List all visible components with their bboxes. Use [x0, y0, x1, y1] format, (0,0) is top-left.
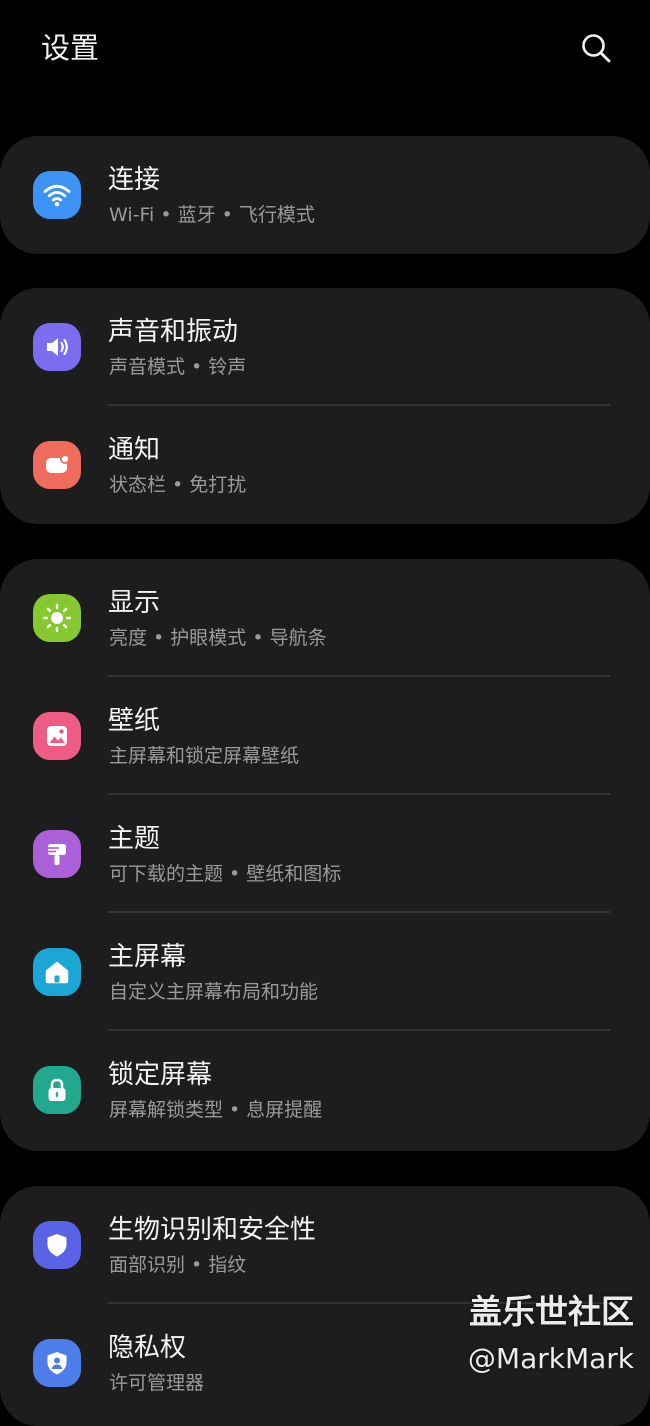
wifi-icon: [33, 171, 81, 219]
search-icon: [582, 34, 611, 63]
settings-item-sound[interactable]: 声音和振动 声音模式 • 铃声: [0, 288, 650, 406]
item-title: 隐私权: [108, 1333, 187, 1363]
page-title: 设置: [41, 31, 100, 65]
item-title: 声音和振动: [108, 317, 239, 347]
notification-icon: [33, 441, 81, 489]
brightness-icon: [33, 594, 81, 642]
settings-item-display[interactable]: 显示 亮度 • 护眼模式 • 导航条: [0, 559, 650, 677]
settings-item-connections[interactable]: 连接 Wi-Fi • 蓝牙 • 飞行模式: [0, 136, 650, 254]
settings-group-sound-notifications: 声音和振动 声音模式 • 铃声 通知 状态栏 • 免打扰: [0, 288, 650, 524]
volume-icon: [33, 323, 81, 371]
settings-item-home-screen[interactable]: 主屏幕 自定义主屏幕布局和功能: [0, 913, 650, 1031]
settings-group-display: 显示 亮度 • 护眼模式 • 导航条 壁纸 主屏幕和锁定屏幕壁纸 主题 可下载的…: [0, 559, 650, 1151]
item-subtitle: 可下载的主题 • 壁纸和图标: [109, 863, 342, 885]
item-subtitle: 许可管理器: [109, 1372, 205, 1394]
search-button[interactable]: [574, 26, 618, 70]
item-title: 生物识别和安全性: [108, 1215, 317, 1245]
home-icon: [33, 948, 81, 996]
item-subtitle: 声音模式 • 铃声: [109, 356, 247, 378]
shield-icon: [33, 1221, 81, 1269]
lock-icon: [33, 1066, 81, 1114]
theme-brush-icon: [33, 830, 81, 878]
watermark-community: 盖乐世社区: [469, 1292, 634, 1331]
settings-item-wallpaper[interactable]: 壁纸 主屏幕和锁定屏幕壁纸: [0, 677, 650, 795]
item-subtitle: 面部识别 • 指纹: [109, 1254, 247, 1276]
item-subtitle: 屏幕解锁类型 • 息屏提醒: [109, 1099, 323, 1121]
settings-item-lock-screen[interactable]: 锁定屏幕 屏幕解锁类型 • 息屏提醒: [0, 1031, 650, 1149]
item-subtitle: 状态栏 • 免打扰: [109, 474, 247, 496]
item-subtitle: 自定义主屏幕布局和功能: [109, 981, 319, 1003]
item-title: 通知: [108, 435, 161, 465]
app-header: 设置: [0, 0, 650, 100]
privacy-icon: [33, 1339, 81, 1387]
item-subtitle: 主屏幕和锁定屏幕壁纸: [109, 745, 300, 767]
wallpaper-icon: [33, 712, 81, 760]
item-title: 连接: [108, 165, 161, 195]
item-title: 显示: [108, 588, 161, 618]
item-title: 锁定屏幕: [108, 1060, 213, 1090]
watermark-username: @MarkMark: [467, 1342, 634, 1375]
item-subtitle: 亮度 • 护眼模式 • 导航条: [109, 627, 327, 649]
item-title: 主题: [108, 824, 161, 854]
settings-item-biometrics-security[interactable]: 生物识别和安全性 面部识别 • 指纹: [0, 1186, 650, 1304]
settings-item-notifications[interactable]: 通知 状态栏 • 免打扰: [0, 406, 650, 524]
settings-group-connections: 连接 Wi-Fi • 蓝牙 • 飞行模式: [0, 136, 650, 254]
item-subtitle: Wi-Fi • 蓝牙 • 飞行模式: [109, 204, 315, 226]
item-title: 壁纸: [108, 706, 161, 736]
item-title: 主屏幕: [108, 942, 187, 972]
settings-item-themes[interactable]: 主题 可下载的主题 • 壁纸和图标: [0, 795, 650, 913]
